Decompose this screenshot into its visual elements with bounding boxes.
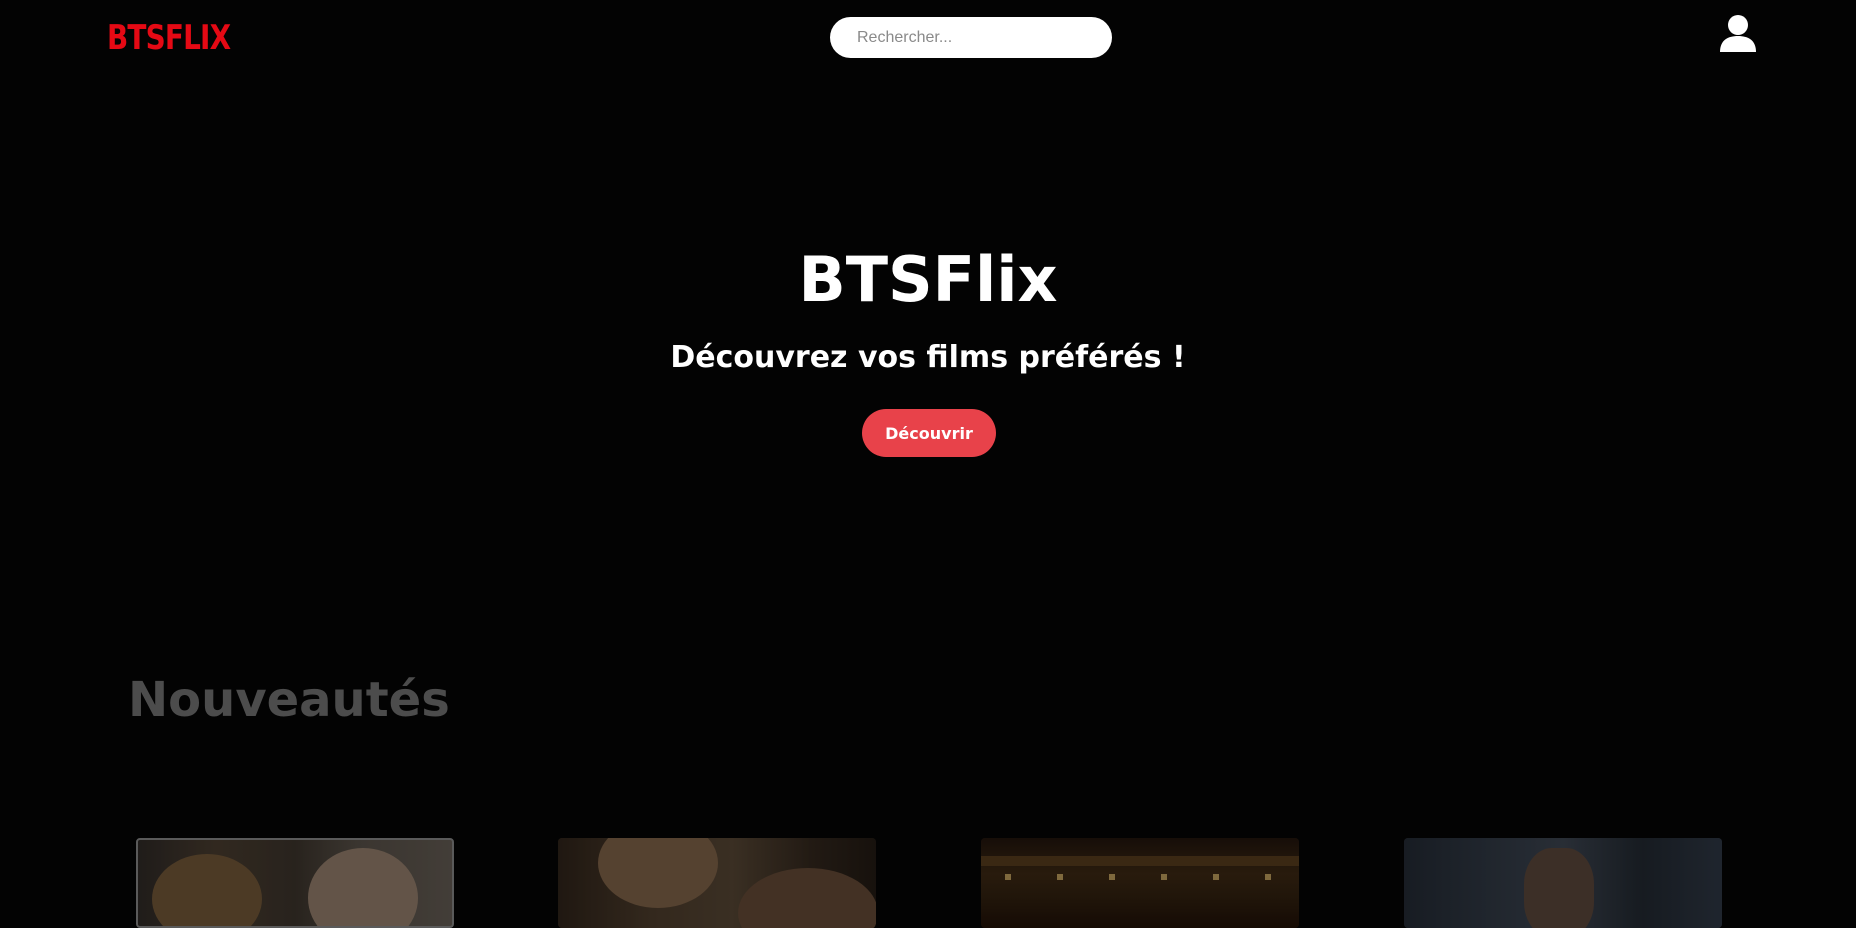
hero-subtitle: Découvrez vos films préférés ! (670, 340, 1186, 375)
poster-overlay (138, 840, 452, 926)
logo[interactable]: BTSFLIX (107, 14, 231, 62)
header: BTSFLIX (0, 0, 1856, 80)
discover-button[interactable]: Découvrir (862, 409, 996, 457)
search-input[interactable] (830, 17, 1112, 58)
user-icon[interactable] (1718, 14, 1758, 54)
section-title-new: Nouveautés (128, 672, 450, 728)
hero-title: BTSFlix (798, 243, 1058, 316)
